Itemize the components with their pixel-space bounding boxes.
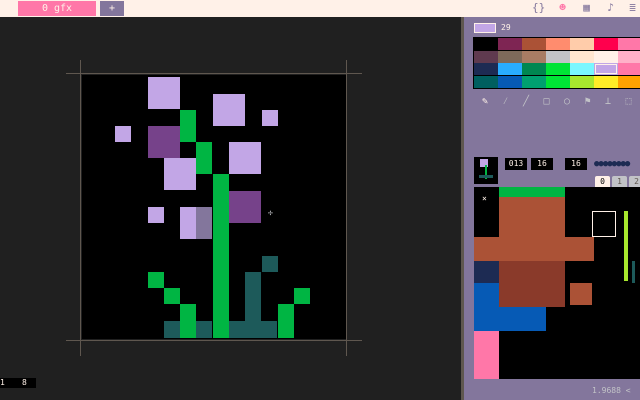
guide-line-top <box>66 73 362 74</box>
palette-color-swatch[interactable] <box>546 63 570 75</box>
palette-color-swatch[interactable] <box>618 50 640 63</box>
pixel-stem <box>196 142 212 174</box>
sprite-canvas[interactable] <box>82 75 346 339</box>
pixel-stem <box>213 174 229 338</box>
pixel-petal <box>180 207 196 239</box>
map-editor-icon[interactable]: ▦ <box>580 1 593 15</box>
pixel-petal <box>148 207 164 223</box>
sfx-editor-icon[interactable]: ♪ <box>604 1 617 15</box>
pixel-grass-dark <box>261 321 277 338</box>
pixel-petal-shade <box>196 207 212 239</box>
selected-color-swatch <box>474 23 496 33</box>
sprite-editor-icon[interactable]: ☻ <box>556 1 569 15</box>
palette-color-swatch[interactable] <box>498 75 522 88</box>
line-tool-icon[interactable]: ╱ <box>518 95 534 109</box>
cursor-x: 1 <box>0 378 5 387</box>
pixel-petal <box>115 126 131 142</box>
palette-color-swatch[interactable] <box>570 38 594 50</box>
pixel-grass-dark <box>196 321 212 338</box>
sprite-sheet[interactable]: × <box>474 187 640 379</box>
stamp-tool-icon[interactable]: ⊥ <box>600 95 616 109</box>
palette-color-swatch[interactable] <box>474 38 498 50</box>
pixel-stem <box>180 110 196 142</box>
palette-color-swatch[interactable] <box>618 38 640 50</box>
pixel-grass-dark <box>164 321 180 338</box>
pixel-petal <box>229 142 261 174</box>
cursor-y: 8 <box>22 378 27 387</box>
circle-tool-icon[interactable]: ○ <box>559 95 575 109</box>
palette-color-swatch[interactable] <box>498 38 522 50</box>
sprite-height-field[interactable]: 16 <box>565 158 587 170</box>
guide-line-bottom <box>66 340 362 341</box>
palette-color-swatch[interactable] <box>594 50 618 63</box>
selected-color-number: 29 <box>501 23 511 32</box>
pixel-petal <box>148 77 180 109</box>
palette-color-swatch[interactable] <box>570 50 594 63</box>
palette-color-swatch[interactable] <box>498 50 522 63</box>
palette-color-swatch[interactable] <box>522 38 546 50</box>
palette-color-swatch[interactable] <box>546 75 570 88</box>
palette-color-swatch[interactable] <box>618 75 640 88</box>
pixel-grass-dark <box>262 256 278 272</box>
palette-color-swatch[interactable] <box>474 63 498 75</box>
palette-color-swatch[interactable] <box>546 50 570 63</box>
select-tool-icon[interactable]: ⬚ <box>621 95 637 109</box>
pixel-grass <box>180 304 196 338</box>
add-tab-button[interactable]: + <box>100 1 124 16</box>
flag-toggles[interactable]: ●●●●●●●● <box>594 159 630 169</box>
version-label: 1.9688 < <box>592 386 631 395</box>
pixel-petal <box>262 110 278 126</box>
music-editor-icon[interactable]: ≣ <box>626 1 639 15</box>
tab-gfx[interactable]: 0 gfx <box>18 1 96 16</box>
pixel-petal <box>213 94 245 126</box>
palette-color-swatch[interactable] <box>522 75 546 88</box>
pixel-petal-dark <box>229 191 261 223</box>
palette-color-swatch[interactable] <box>570 75 594 88</box>
guide-line-left <box>80 60 81 356</box>
palette-color-swatch[interactable] <box>522 50 546 63</box>
palette-color-swatch[interactable] <box>594 75 618 88</box>
crosshair-cursor-icon: ✢ <box>268 208 273 217</box>
pixel-grass <box>164 288 180 304</box>
palette-color-swatch[interactable] <box>498 63 522 75</box>
sprite-page-tab-1[interactable]: 1 <box>612 176 627 187</box>
sprite-page-tab-0[interactable]: 0 <box>595 176 610 187</box>
pixel-grass-dark <box>229 321 245 338</box>
sprite-width-field[interactable]: 16 <box>531 158 553 170</box>
pixel-petal-dark <box>148 126 180 158</box>
pencil-tool-icon[interactable]: ✎ <box>477 95 493 109</box>
pixel-grass-dark <box>245 272 261 338</box>
cursor-position-readout: 1 8 <box>0 378 36 388</box>
palette-color-swatch[interactable] <box>522 63 546 75</box>
sprite-page-tab-2[interactable]: 2 <box>629 176 640 187</box>
palette-color-swatch[interactable] <box>594 38 618 50</box>
brush-tool-icon[interactable]: ⁄ <box>498 95 514 109</box>
palette-color-swatch[interactable] <box>474 75 498 88</box>
pixel-grass <box>148 272 164 288</box>
palette-color-swatch[interactable] <box>618 63 640 75</box>
palette-color-swatch[interactable] <box>594 63 618 75</box>
pixel-grass <box>278 304 294 338</box>
top-bar: 0 gfx + {} ☻ ▦ ♪ ≣ <box>0 0 640 17</box>
pixel-grass <box>294 288 310 304</box>
code-editor-icon[interactable]: {} <box>532 1 545 15</box>
sprite-preview <box>474 157 498 184</box>
rect-tool-icon[interactable]: □ <box>539 95 555 109</box>
palette-color-swatch[interactable] <box>570 63 594 75</box>
sprite-number-field[interactable]: 013 <box>505 158 527 170</box>
fill-tool-icon[interactable]: ⚑ <box>580 95 596 109</box>
palette-color-swatch[interactable] <box>546 38 570 50</box>
pixel-petal <box>164 158 196 190</box>
guide-line-right <box>346 60 347 356</box>
palette-color-swatch[interactable] <box>474 50 498 63</box>
